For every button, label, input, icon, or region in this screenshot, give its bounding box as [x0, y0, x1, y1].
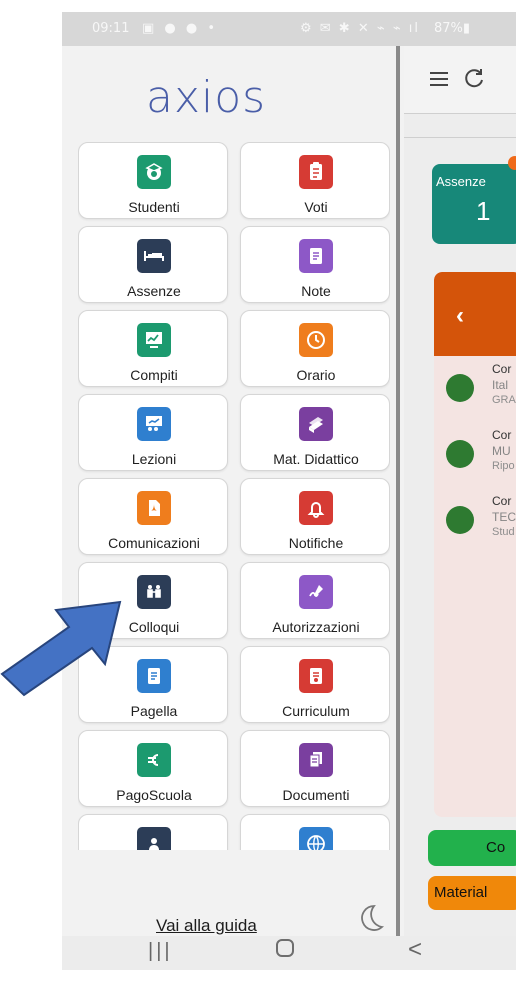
- item-line-1: Cor: [492, 428, 512, 442]
- documents-icon: [299, 743, 333, 777]
- axios-logo: axios: [146, 72, 316, 123]
- menu-tile-assenze[interactable]: Assenze: [78, 226, 228, 303]
- android-nav-bar: ||| <: [62, 936, 516, 970]
- item-line-1: Cor: [492, 362, 512, 376]
- back-button[interactable]: <: [408, 936, 422, 964]
- top-bar: [404, 46, 516, 114]
- status-bar: 09:11 ▣ ● ● • ⚙ ✉ ✱ ✕ ⌁ ⌁ ıl 87%▮: [62, 12, 516, 46]
- main-panel: Assenze 1 ‹ Cor Ital GRA Cor MU Ripo Cor…: [404, 46, 516, 966]
- home-button[interactable]: [276, 939, 294, 957]
- recent-apps-button[interactable]: |||: [148, 940, 173, 963]
- absences-label: Assenze: [436, 174, 486, 189]
- activity-list-card: ‹ Cor Ital GRA Cor MU Ripo Cor TEC Stud: [434, 272, 516, 817]
- euro-icon: [137, 743, 171, 777]
- absences-card[interactable]: Assenze 1: [432, 164, 516, 244]
- item-line-2: Ital: [492, 378, 509, 392]
- item-line-3: Stud: [492, 526, 515, 538]
- globe-icon: [299, 827, 333, 850]
- side-drawer: axios Studenti Voti Assenze Note Compiti…: [62, 46, 400, 966]
- status-left-icons: ▣ ● ● •: [142, 21, 219, 36]
- report-card-icon: [137, 659, 171, 693]
- menu-label: Pagella: [130, 703, 178, 719]
- menu-tile-mat-didattico[interactable]: Mat. Didattico: [240, 394, 390, 471]
- list-item[interactable]: Cor MU Ripo: [434, 422, 516, 488]
- menu-label: Comunicazioni: [108, 535, 200, 551]
- menu-label: Note: [301, 283, 331, 299]
- item-line-3: Ripo: [492, 460, 515, 472]
- menu-tile-pagoscuola[interactable]: PagoScuola: [78, 730, 228, 807]
- menu-tile-autorizzazioni[interactable]: Autorizzazioni: [240, 562, 390, 639]
- status-time: 09:11: [92, 21, 130, 36]
- menu-grid: Studenti Voti Assenze Note Compiti Orari…: [78, 142, 390, 850]
- menu-label: PagoScuola: [116, 787, 192, 803]
- menu-label: Notifiche: [288, 535, 344, 551]
- orange-action-button[interactable]: Material: [428, 876, 516, 910]
- status-dot: [446, 506, 474, 534]
- blue-arrow-overlay: [0, 596, 125, 698]
- menu-label: Lezioni: [131, 451, 177, 467]
- note-icon: [299, 239, 333, 273]
- moon-icon[interactable]: [352, 900, 388, 936]
- list-item[interactable]: Cor TEC Stud: [434, 488, 516, 554]
- student-icon: [137, 155, 171, 189]
- status-right-icons: ⚙ ✉ ✱ ✕ ⌁ ⌁ ıl: [300, 21, 421, 36]
- clock-icon: [299, 323, 333, 357]
- menu-tile-lezioni[interactable]: Lezioni: [78, 394, 228, 471]
- menu-label: Documenti: [282, 787, 350, 803]
- grades-icon: [299, 155, 333, 189]
- list-header: ‹: [434, 272, 516, 356]
- books-icon: [299, 407, 333, 441]
- absences-value: 1: [476, 196, 491, 226]
- item-line-3: GRA: [492, 394, 516, 406]
- menu-tile-comunicazioni[interactable]: Comunicazioni: [78, 478, 228, 555]
- header-divider: [404, 137, 516, 138]
- menu-label: Voti: [304, 199, 328, 215]
- refresh-icon[interactable]: [462, 66, 486, 90]
- pdf-icon: [137, 491, 171, 525]
- menu-tile-voti[interactable]: Voti: [240, 142, 390, 219]
- menu-tile-orario[interactable]: Orario: [240, 310, 390, 387]
- bed-icon: [137, 239, 171, 273]
- menu-label: Compiti: [130, 367, 178, 383]
- item-line-2: TEC: [492, 510, 516, 524]
- battery-level: 87%▮: [434, 21, 471, 36]
- item-line-2: MU: [492, 444, 511, 458]
- menu-label: Autorizzazioni: [272, 619, 360, 635]
- menu-tile-compiti[interactable]: Compiti: [78, 310, 228, 387]
- chevron-left-icon[interactable]: ‹: [456, 302, 464, 330]
- menu-tile-notifiche[interactable]: Notifiche: [240, 478, 390, 555]
- menu-tile-web[interactable]: [240, 814, 390, 850]
- signature-icon: [299, 575, 333, 609]
- menu-label: Curriculum: [282, 703, 350, 719]
- menu-label: Orario: [296, 367, 336, 383]
- menu-tile-studenti[interactable]: Studenti: [78, 142, 228, 219]
- logo-text: axios: [146, 72, 267, 123]
- menu-label: Mat. Didattico: [273, 451, 359, 467]
- list-item[interactable]: Cor Ital GRA: [434, 356, 516, 422]
- menu-label: Assenze: [127, 283, 181, 299]
- meeting-icon: [137, 575, 171, 609]
- notification-badge: [508, 156, 516, 170]
- item-line-1: Cor: [492, 494, 512, 508]
- page: 09:11 ▣ ● ● • ⚙ ✉ ✱ ✕ ⌁ ⌁ ıl 87%▮ axios …: [0, 0, 516, 985]
- menu-tile-profile[interactable]: [78, 814, 228, 850]
- phone-screen: 09:11 ▣ ● ● • ⚙ ✉ ✱ ✕ ⌁ ⌁ ıl 87%▮ axios …: [62, 12, 516, 970]
- profile-icon: [137, 827, 171, 850]
- status-dot: [446, 440, 474, 468]
- bell-icon: [299, 491, 333, 525]
- hamburger-icon[interactable]: [428, 68, 450, 90]
- lesson-icon: [137, 407, 171, 441]
- chart-board-icon: [137, 323, 171, 357]
- menu-tile-curriculum[interactable]: Curriculum: [240, 646, 390, 723]
- menu-tile-note[interactable]: Note: [240, 226, 390, 303]
- menu-tile-documenti[interactable]: Documenti: [240, 730, 390, 807]
- menu-label: Studenti: [128, 199, 180, 215]
- guide-link[interactable]: Vai alla guida: [156, 916, 257, 936]
- status-dot: [446, 374, 474, 402]
- certificate-icon: [299, 659, 333, 693]
- green-action-button[interactable]: Co: [428, 830, 516, 866]
